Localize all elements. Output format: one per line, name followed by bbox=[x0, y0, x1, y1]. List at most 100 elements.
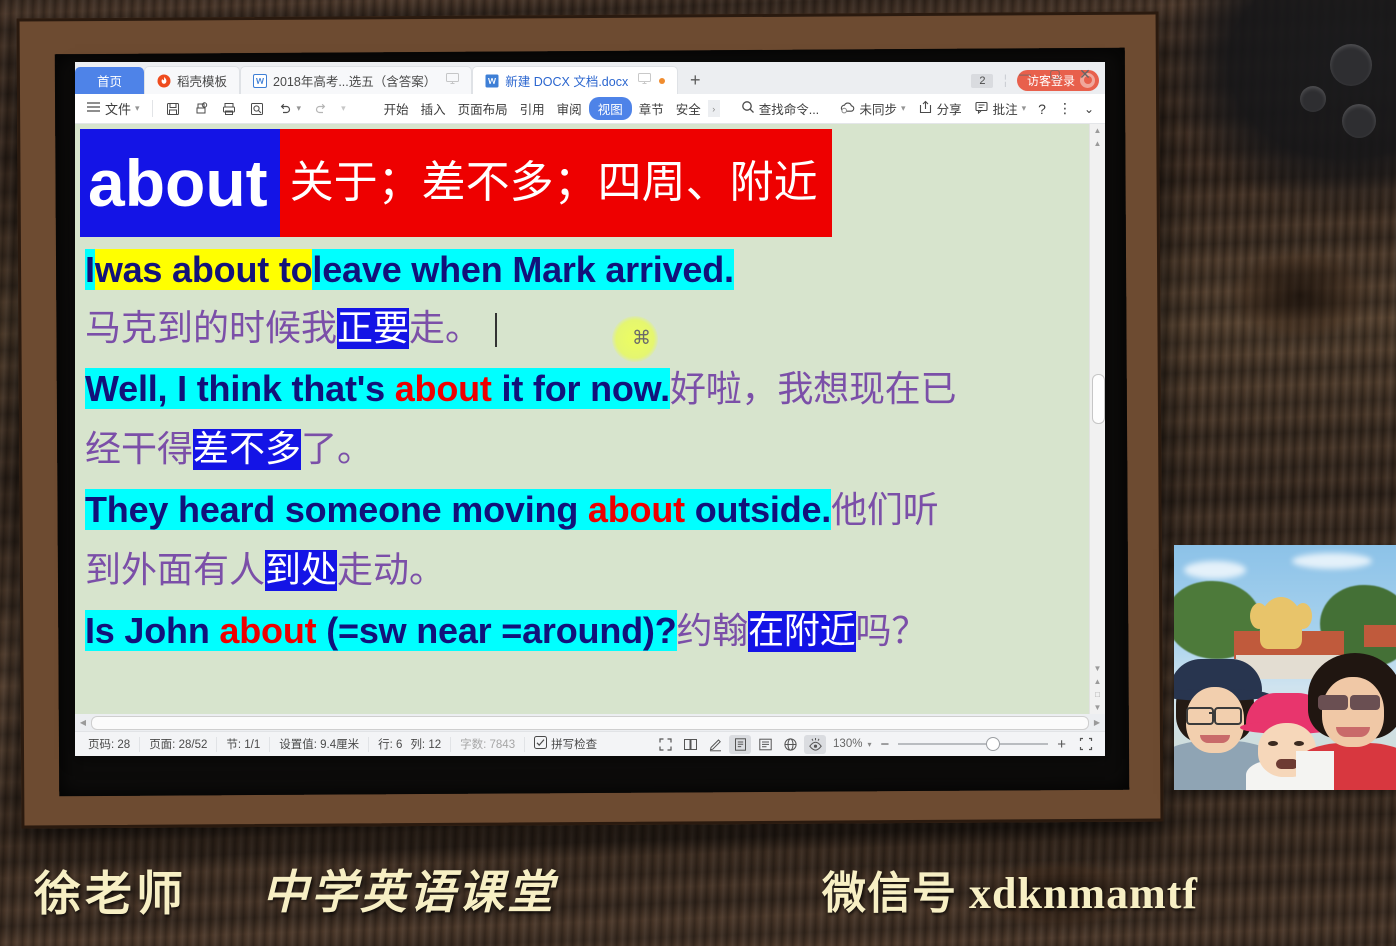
monitor-icon[interactable] bbox=[446, 73, 460, 88]
comment-button[interactable]: 批注 ▾ bbox=[969, 97, 1032, 120]
file-menu-button[interactable]: 文件 ▾ bbox=[81, 97, 145, 120]
ribbon-tab-review[interactable]: 审阅 bbox=[552, 97, 587, 120]
ribbon-tab-review-label: 审阅 bbox=[556, 103, 582, 117]
fullscreen-icon[interactable] bbox=[654, 735, 676, 754]
sentence-2-cn: 经干得差不多了。 bbox=[80, 419, 1089, 481]
zoom-level-label[interactable]: 130% bbox=[829, 738, 866, 750]
status-row[interactable]: 行: 6 bbox=[369, 737, 406, 752]
undo-icon[interactable]: ▾ bbox=[272, 99, 307, 119]
chevron-down-icon: ▾ bbox=[1021, 103, 1027, 113]
customize-icon[interactable]: ▾ bbox=[336, 101, 351, 116]
pip-person-right-collar bbox=[1296, 751, 1334, 790]
sentence-3-en: They heard someone moving about outside.… bbox=[80, 481, 1089, 540]
status-spellcheck[interactable]: 拼写检查 bbox=[525, 736, 606, 752]
find-icon[interactable] bbox=[244, 99, 270, 119]
ribbon-tab-insert[interactable]: 插入 bbox=[416, 97, 451, 120]
web-view-icon[interactable] bbox=[779, 735, 801, 754]
document-page[interactable]: about 关于；差不多；四周、附近 Iwas about toleave wh… bbox=[75, 124, 1089, 714]
two-page-icon[interactable] bbox=[679, 735, 701, 754]
next-page-icon[interactable]: ▼ bbox=[1094, 701, 1102, 714]
vertical-scrollbar-thumb[interactable] bbox=[1092, 374, 1105, 424]
zoom-in-button[interactable]: + bbox=[1051, 736, 1072, 753]
ribbon-tab-security-label: 安全 bbox=[675, 103, 701, 117]
ribbon-tab-section[interactable]: 章节 bbox=[634, 97, 669, 120]
status-setting-value[interactable]: 设置值: 9.4厘米 bbox=[270, 736, 370, 752]
camera-lens-ring bbox=[1330, 44, 1372, 86]
sentence-2-en-keyword: about bbox=[394, 368, 492, 409]
zoom-slider-knob[interactable] bbox=[986, 737, 1001, 751]
tab-docer-template[interactable]: 稻壳模板 bbox=[144, 66, 241, 94]
vertical-scrollbar[interactable]: ▲ ▲ ▼ ▲ □ ▼ bbox=[1089, 124, 1105, 714]
collapse-ribbon-button[interactable]: ⌄ bbox=[1079, 100, 1099, 118]
sentence-4-en-seg-0: Is John bbox=[85, 610, 220, 651]
ribbon-overflow-button[interactable]: › bbox=[707, 100, 720, 117]
pip-person-right bbox=[1296, 653, 1396, 790]
eye-protect-icon[interactable] bbox=[804, 734, 827, 754]
horizontal-scrollbar[interactable]: ◀ ▶ bbox=[75, 714, 1105, 731]
share-button[interactable]: 分享 bbox=[913, 97, 967, 120]
sentence-3-en-keyword: about bbox=[587, 489, 685, 530]
chevron-down-icon[interactable]: ▾ bbox=[867, 740, 871, 749]
tab-new-docx[interactable]: 新建 DOCX 文档.docx bbox=[472, 66, 679, 94]
tab-new-docx-label: 新建 DOCX 文档.docx bbox=[505, 75, 629, 89]
document-title-en: about bbox=[80, 129, 280, 237]
ribbon-tab-security[interactable]: 安全 bbox=[671, 97, 706, 120]
camera-lens-ring bbox=[1300, 86, 1326, 112]
tab-home[interactable]: 首页 bbox=[75, 67, 145, 94]
scroll-down-icon[interactable]: ▼ bbox=[1094, 662, 1102, 675]
zoom-out-button[interactable]: − bbox=[874, 736, 895, 753]
sentence-1-en-seg-2: leave when Mark arrived. bbox=[312, 249, 734, 290]
document-area: about 关于；差不多；四周、附近 Iwas about toleave wh… bbox=[75, 124, 1105, 714]
print-icon[interactable] bbox=[216, 99, 242, 119]
save-icon[interactable] bbox=[160, 99, 186, 119]
ribbon-tab-page-layout[interactable]: 页面布局 bbox=[453, 97, 513, 120]
status-page-number[interactable]: 页码: 28 bbox=[79, 736, 141, 752]
ribbon-tab-references[interactable]: 引用 bbox=[515, 97, 550, 120]
more-options-button[interactable]: ⋮ bbox=[1053, 98, 1077, 119]
fit-page-icon[interactable] bbox=[1075, 735, 1097, 754]
status-bar: 页码: 28 页面: 28/52 节: 1/1 设置值: 9.4厘米 行: 6 … bbox=[75, 731, 1105, 756]
scroll-up-icon[interactable]: ▲ bbox=[1094, 137, 1102, 150]
status-word-count[interactable]: 字数: 7843 bbox=[451, 736, 526, 752]
status-page-of[interactable]: 页面: 28/52 bbox=[140, 736, 218, 752]
maximize-button[interactable]: ▢ bbox=[1041, 64, 1069, 84]
sync-status-button[interactable]: 未同步 ▾ bbox=[835, 97, 911, 120]
sentence-1-en-seg-1: was about to bbox=[94, 249, 313, 290]
status-col[interactable]: 列: 12 bbox=[406, 736, 452, 752]
scroll-top-icon[interactable]: ▲ bbox=[1094, 124, 1102, 137]
sentence-2-cn-seg-0: 经干得 bbox=[85, 429, 194, 470]
horizontal-scrollbar-thumb[interactable] bbox=[91, 715, 1089, 730]
ribbon-tab-page-layout-label: 页面布局 bbox=[457, 103, 508, 117]
zoom-slider[interactable] bbox=[898, 737, 1049, 751]
minimize-button[interactable]: — bbox=[1011, 64, 1039, 84]
pip-glasses-bridge bbox=[1209, 712, 1215, 714]
webcam-overlay[interactable] bbox=[1174, 545, 1396, 790]
tab-gaokao-doc[interactable]: 2018年高考...选五（含答案） bbox=[240, 66, 473, 94]
new-tab-button[interactable]: + bbox=[678, 67, 712, 94]
ribbon-tab-view[interactable]: 视图 bbox=[588, 97, 632, 120]
sentence-4-en-keyword: about bbox=[219, 610, 317, 651]
tab-gaokao-doc-label: 2018年高考...选五（含答案） bbox=[273, 75, 437, 89]
scroll-left-icon[interactable]: ◀ bbox=[77, 718, 89, 727]
sentence-3-cn-highlight: 到处 bbox=[265, 550, 338, 591]
monitor-icon[interactable] bbox=[638, 73, 652, 88]
scroll-right-icon[interactable]: ▶ bbox=[1091, 718, 1103, 727]
command-search[interactable]: 查找命令... bbox=[736, 97, 824, 120]
close-button[interactable]: ✕ bbox=[1071, 64, 1099, 84]
share-label: 分享 bbox=[936, 103, 962, 117]
help-button[interactable]: ? bbox=[1033, 99, 1051, 119]
ribbon-tab-start[interactable]: 开始 bbox=[379, 97, 414, 120]
pip-cloud bbox=[1184, 561, 1246, 579]
cloud-sync-icon bbox=[840, 101, 856, 117]
select-browse-object-icon[interactable]: □ bbox=[1095, 688, 1100, 701]
previous-page-icon[interactable]: ▲ bbox=[1094, 675, 1102, 688]
page-view-icon[interactable] bbox=[729, 734, 752, 754]
outline-view-icon[interactable] bbox=[754, 735, 776, 754]
print-preview-icon[interactable] bbox=[188, 99, 214, 119]
tab-count-badge[interactable]: 2 bbox=[971, 73, 994, 88]
wps-office-window: 首页 稻壳模板 2018年高考...选五（含答案） 新建 DOCX 文档.doc… bbox=[75, 62, 1105, 756]
status-section[interactable]: 节: 1/1 bbox=[217, 736, 271, 752]
pen-icon[interactable] bbox=[704, 735, 726, 754]
sentence-1-en: Iwas about toleave when Mark arrived. bbox=[80, 242, 1089, 298]
camera-lens-ring bbox=[1342, 104, 1376, 138]
